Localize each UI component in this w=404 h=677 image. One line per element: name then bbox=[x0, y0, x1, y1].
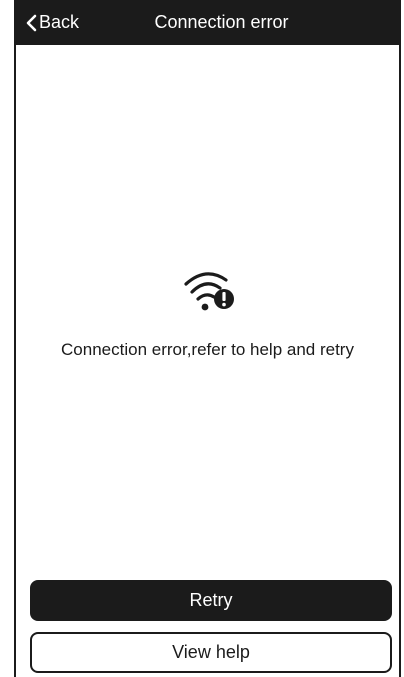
back-label: Back bbox=[39, 12, 80, 32]
back-button[interactable]: Back bbox=[26, 0, 79, 45]
app-screen: Back Connection error Connection error,r… bbox=[14, 0, 401, 677]
error-message: Connection error,refer to help and retry bbox=[61, 340, 354, 359]
retry-button[interactable]: Retry bbox=[30, 580, 392, 621]
view-help-button[interactable]: View help bbox=[30, 632, 392, 673]
page-title: Connection error bbox=[154, 12, 289, 32]
header-bar: Back Connection error bbox=[16, 0, 399, 45]
chevron-left-icon bbox=[26, 14, 37, 31]
wifi-error-icon bbox=[184, 272, 234, 311]
